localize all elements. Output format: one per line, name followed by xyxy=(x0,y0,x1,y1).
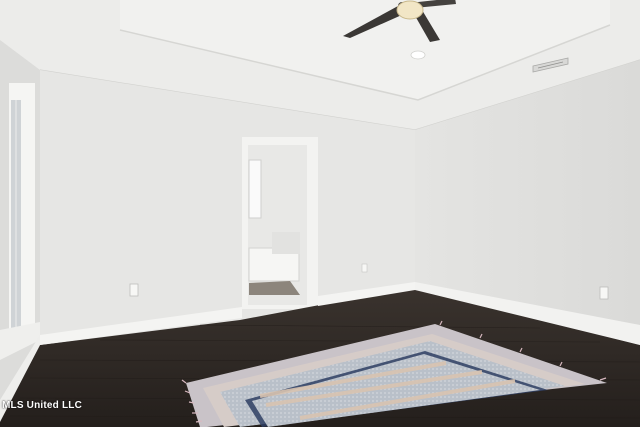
outlet xyxy=(361,263,368,273)
room-photo: MLS United LLC xyxy=(0,0,640,427)
doorway xyxy=(242,137,318,309)
watermark-text: MLS United LLC xyxy=(2,400,83,411)
outlet xyxy=(599,286,609,300)
outlet xyxy=(129,283,139,297)
room-illustration xyxy=(0,0,640,427)
recessed-light-icon xyxy=(410,50,426,60)
